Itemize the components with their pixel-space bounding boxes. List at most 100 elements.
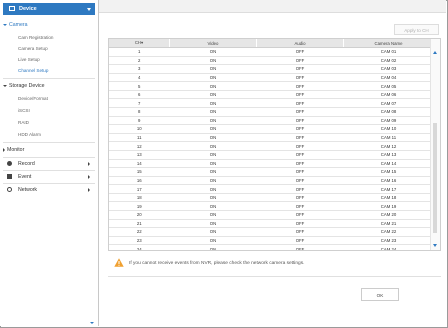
cell-video[interactable]: ON (169, 227, 257, 237)
cell-audio[interactable]: OFF (256, 73, 344, 83)
table-row[interactable]: 6 ON OFF CAM 06 (109, 90, 434, 100)
sidebar-group-storage[interactable]: Storage Device (3, 83, 44, 89)
table-row[interactable]: 7 ON OFF CAM 07 (109, 98, 434, 109)
table-row[interactable]: 11 ON OFF CAM 11 (109, 133, 434, 143)
ok-button[interactable]: OK (361, 288, 399, 301)
cell-audio[interactable]: OFF (256, 201, 344, 211)
cell-audio[interactable]: OFF (256, 193, 344, 203)
cell-camera-name[interactable]: CAM 11 (343, 133, 434, 143)
cell-camera-name[interactable]: CAM 02 (343, 56, 434, 66)
table-row[interactable]: 13 ON OFF CAM 13 (109, 150, 434, 160)
cell-camera-name[interactable]: CAM 13 (343, 150, 434, 160)
cell-audio[interactable]: OFF (256, 244, 344, 250)
cell-camera-name[interactable]: CAM 18 (343, 193, 434, 203)
sidebar-group-camera[interactable]: Camera (3, 22, 27, 28)
cell-camera-name[interactable]: CAM 08 (343, 107, 434, 117)
cell-video[interactable]: ON (169, 201, 257, 211)
cell-video[interactable]: ON (169, 107, 257, 117)
table-row[interactable]: 3 ON OFF CAM 03 (109, 64, 434, 74)
cell-audio[interactable]: OFF (256, 159, 344, 169)
cell-audio[interactable]: OFF (256, 227, 344, 237)
cell-audio[interactable]: OFF (256, 133, 344, 143)
cell-video[interactable]: ON (169, 124, 257, 134)
cell-video[interactable]: ON (169, 141, 257, 151)
scroll-down-icon[interactable] (90, 322, 94, 324)
sidebar-item-raid[interactable]: RAID (18, 120, 29, 125)
cell-video[interactable]: ON (169, 98, 257, 109)
cell-video[interactable]: ON (169, 116, 257, 126)
cell-audio[interactable]: OFF (256, 116, 344, 126)
cell-video[interactable]: ON (169, 64, 257, 74)
cell-audio[interactable]: OFF (256, 210, 344, 220)
cell-audio[interactable]: OFF (256, 64, 344, 74)
cell-camera-name[interactable]: CAM 16 (343, 176, 434, 186)
table-row[interactable]: 20 ON OFF CAM 20 (109, 210, 434, 220)
sidebar-item-hdd-alarm[interactable]: HDD Alarm (18, 132, 41, 137)
scroll-thumb[interactable] (433, 123, 437, 233)
cell-camera-name[interactable]: CAM 23 (343, 236, 434, 246)
cell-video[interactable]: ON (169, 193, 257, 203)
sidebar-menu-record[interactable]: Record (3, 159, 95, 169)
cell-camera-name[interactable]: CAM 04 (343, 73, 434, 83)
sidebar-item-iscsi[interactable]: iSCSI (18, 108, 30, 113)
table-row[interactable]: 17 ON OFF CAM 17 (109, 184, 434, 194)
scroll-up-icon[interactable] (433, 51, 437, 54)
table-row[interactable]: 9 ON OFF CAM 09 (109, 116, 434, 126)
table-scrollbar[interactable] (430, 39, 440, 250)
cell-video[interactable]: ON (169, 150, 257, 160)
cell-camera-name[interactable]: CAM 24 (343, 244, 434, 250)
cell-audio[interactable]: OFF (256, 124, 344, 134)
table-row[interactable]: 23 ON OFF CAM 23 (109, 236, 434, 246)
table-row[interactable]: 15 ON OFF CAM 15 (109, 167, 434, 177)
device-menu-button[interactable]: Device (3, 3, 95, 15)
table-row[interactable]: 16 ON OFF CAM 16 (109, 176, 434, 186)
cell-camera-name[interactable]: CAM 14 (343, 159, 434, 169)
sidebar-menu-network[interactable]: Network (3, 185, 95, 195)
table-row[interactable]: 2 ON OFF CAM 02 (109, 56, 434, 66)
cell-video[interactable]: ON (169, 133, 257, 143)
table-row[interactable]: 5 ON OFF CAM 05 (109, 81, 434, 91)
cell-camera-name[interactable]: CAM 22 (343, 227, 434, 237)
cell-audio[interactable]: OFF (256, 107, 344, 117)
table-row[interactable]: 18 ON OFF CAM 18 (109, 193, 434, 203)
cell-audio[interactable]: OFF (256, 236, 344, 246)
cell-video[interactable]: ON (169, 236, 257, 246)
cell-camera-name[interactable]: CAM 06 (343, 90, 434, 100)
cell-audio[interactable]: OFF (256, 176, 344, 186)
cell-video[interactable]: ON (169, 244, 257, 250)
table-row[interactable]: 10 ON OFF CAM 10 (109, 124, 434, 134)
sidebar-item-cam-registration[interactable]: Cam Registration (18, 35, 54, 40)
sidebar-item-live-setup[interactable]: Live Setup (18, 57, 40, 62)
cell-camera-name[interactable]: CAM 09 (343, 116, 434, 126)
cell-camera-name[interactable]: CAM 20 (343, 210, 434, 220)
cell-camera-name[interactable]: CAM 07 (343, 98, 434, 109)
table-row[interactable]: 4 ON OFF CAM 04 (109, 73, 434, 83)
cell-camera-name[interactable]: CAM 01 (343, 47, 434, 57)
table-row[interactable]: 14 ON OFF CAM 14 (109, 159, 434, 169)
table-row[interactable]: 22 ON OFF CAM 22 (109, 227, 434, 237)
table-row[interactable]: 1 ON OFF CAM 01 (109, 47, 434, 57)
cell-camera-name[interactable]: CAM 12 (343, 141, 434, 151)
table-row[interactable]: 8 ON OFF CAM 08 (109, 107, 434, 117)
table-row[interactable]: 19 ON OFF CAM 19 (109, 201, 434, 211)
sidebar-group-monitor[interactable]: Monitor (3, 147, 24, 153)
cell-audio[interactable]: OFF (256, 167, 344, 177)
cell-camera-name[interactable]: CAM 05 (343, 81, 434, 91)
cell-video[interactable]: ON (169, 81, 257, 91)
sidebar-item-camera-setup[interactable]: Camera Setup (18, 46, 48, 51)
cell-audio[interactable]: OFF (256, 90, 344, 100)
cell-audio[interactable]: OFF (256, 56, 344, 66)
cell-video[interactable]: ON (169, 176, 257, 186)
table-row[interactable]: 24 ON OFF CAM 24 (109, 244, 434, 250)
cell-audio[interactable]: OFF (256, 150, 344, 160)
cell-camera-name[interactable]: CAM 21 (343, 219, 434, 229)
sidebar-item-device-format[interactable]: Device/Format (18, 96, 48, 101)
cell-camera-name[interactable]: CAM 03 (343, 64, 434, 74)
cell-camera-name[interactable]: CAM 15 (343, 167, 434, 177)
cell-video[interactable]: ON (169, 56, 257, 66)
cell-video[interactable]: ON (169, 184, 257, 194)
table-row[interactable]: 21 ON OFF CAM 21 (109, 219, 434, 229)
cell-audio[interactable]: OFF (256, 47, 344, 57)
sidebar-item-channel-setup[interactable]: Channel Setup (18, 68, 48, 73)
cell-video[interactable]: ON (169, 73, 257, 83)
